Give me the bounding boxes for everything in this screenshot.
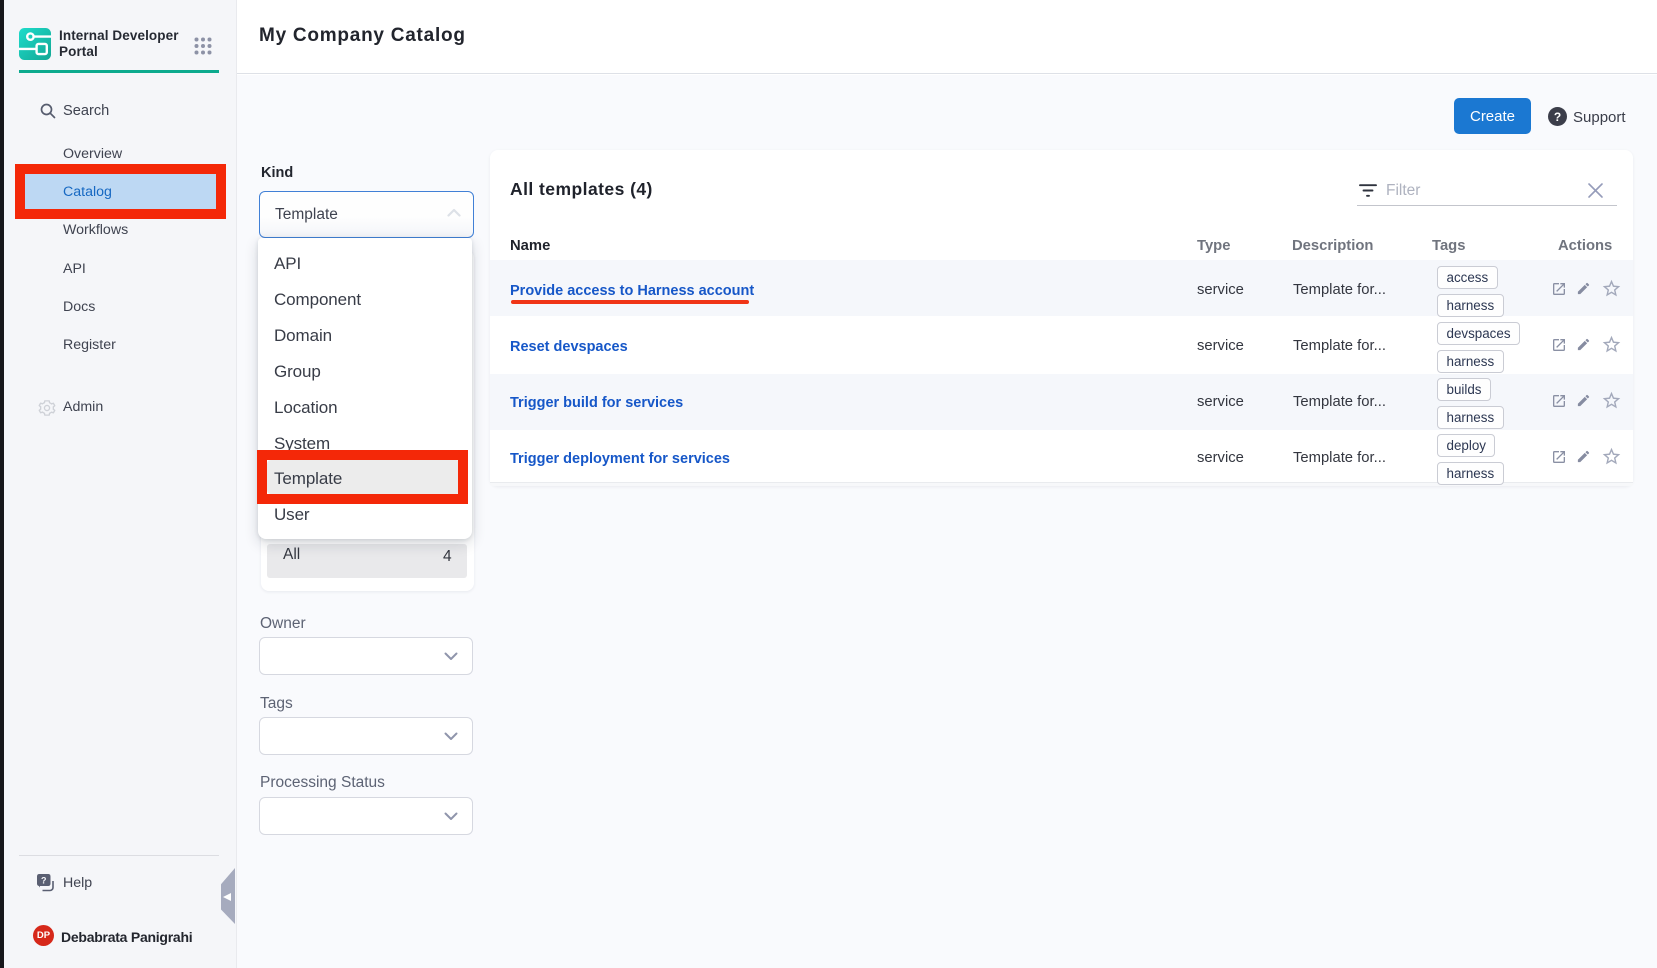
svg-text:?: ? (41, 875, 47, 885)
